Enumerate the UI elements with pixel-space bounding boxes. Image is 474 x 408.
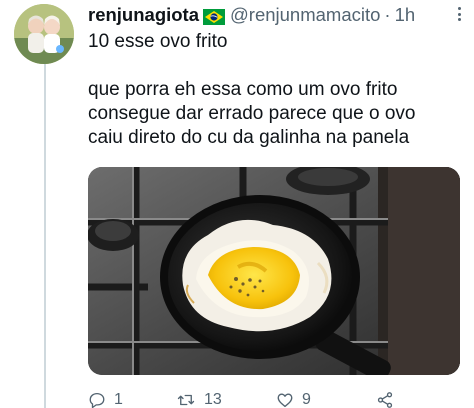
tweet-header: renjunagiota @renjunmamacito · 1h: [88, 3, 415, 27]
brazil-flag-icon: [203, 7, 226, 25]
tweet-text-line: 10 esse ovo frito: [88, 31, 228, 52]
thread-line: [44, 64, 46, 408]
share-button[interactable]: [376, 391, 416, 408]
avatar[interactable]: [14, 4, 74, 64]
share-icon: [377, 392, 393, 408]
tweet-text-line: consegue dar errado parece que o ovo: [88, 103, 416, 124]
author-display-name[interactable]: renjunagiota: [88, 3, 199, 27]
tweet-actions: 1 13 9: [88, 388, 460, 408]
tweet[interactable]: renjunagiota @renjunmamacito · 1h 10 ess…: [0, 0, 474, 408]
tweet-text: 10 esse ovo frito que porra eh essa como…: [88, 30, 468, 150]
tweet-text-line: caiu direto do cu da galinha na panela: [88, 127, 410, 148]
reply-button[interactable]: 1: [88, 391, 176, 408]
timestamp[interactable]: 1h: [395, 3, 416, 27]
tweet-text-line: que porra eh essa como um ovo frito: [88, 79, 398, 100]
like-count: 9: [302, 391, 311, 408]
more-icon[interactable]: [450, 4, 468, 24]
author-handle[interactable]: @renjunmamacito: [230, 3, 380, 27]
fried-egg-pan-photo: [88, 167, 460, 375]
retweet-button[interactable]: 13: [176, 391, 276, 408]
heart-icon: [277, 393, 293, 408]
reply-icon: [89, 392, 105, 408]
like-button[interactable]: 9: [276, 391, 376, 408]
reply-count: 1: [114, 391, 123, 408]
separator: ·: [384, 4, 391, 25]
tweet-photo[interactable]: [88, 167, 460, 375]
avatar-image: [14, 4, 74, 64]
retweet-icon: [177, 394, 195, 406]
retweet-count: 13: [204, 391, 222, 408]
